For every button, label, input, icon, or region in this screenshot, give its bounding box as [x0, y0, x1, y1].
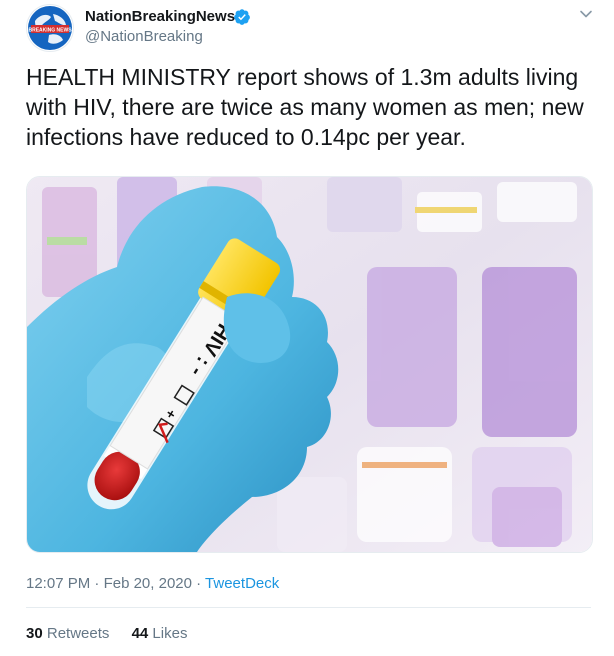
tweet-stats: 30 Retweets 44 Likes [26, 625, 205, 642]
chevron-down-icon[interactable] [578, 6, 594, 22]
meta-separator: · [196, 575, 202, 592]
tweet-meta: 12:07 PM · Feb 20, 2020 · TweetDeck [26, 575, 279, 592]
retweets-count: 30 [26, 625, 43, 642]
likes-count: 44 [131, 625, 149, 642]
tweet-card: BREAKING NEWS NationBreakingNews @Nation… [0, 0, 614, 656]
avatar[interactable]: BREAKING NEWS [26, 4, 74, 52]
handle[interactable]: @NationBreaking [85, 28, 203, 45]
tweet-date[interactable]: Feb 20, 2020 [104, 575, 192, 592]
retweets-stat[interactable]: 30 Retweets [26, 625, 114, 642]
avatar-text: BREAKING NEWS [28, 28, 72, 34]
likes-stat[interactable]: 44 Likes [132, 625, 188, 642]
divider [26, 607, 591, 608]
tweet-image[interactable]: HIV : - + [26, 176, 593, 553]
verified-badge-icon [234, 9, 250, 25]
tweet-time[interactable]: 12:07 PM [26, 575, 90, 592]
tweet-text: HEALTH MINISTRY report shows of 1.3m adu… [26, 64, 584, 150]
meta-separator: · [94, 575, 100, 592]
retweets-label: Retweets [46, 625, 110, 642]
globe-avatar-icon: BREAKING NEWS [28, 6, 72, 50]
display-name[interactable]: NationBreakingNews [85, 8, 235, 25]
hiv-test-tube-photo: HIV : - + [27, 177, 592, 552]
tweet-source-link[interactable]: TweetDeck [205, 575, 279, 592]
likes-label: Likes [152, 625, 188, 642]
